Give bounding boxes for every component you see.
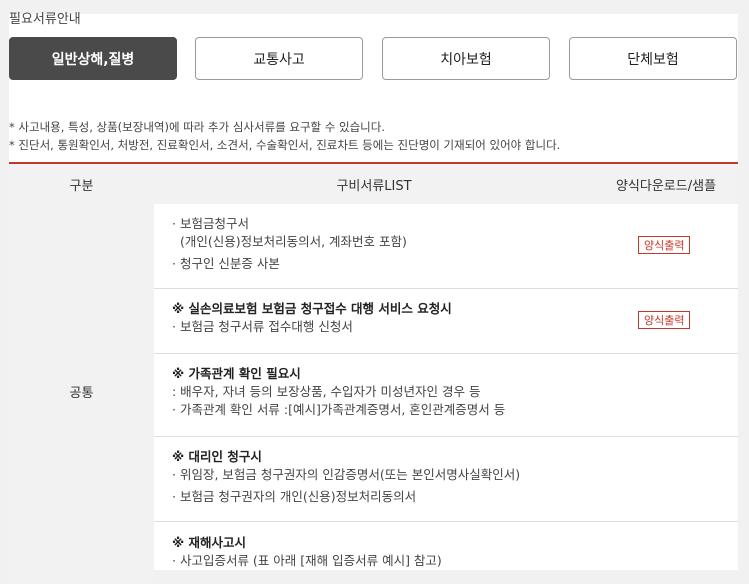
tab-group-insurance[interactable]: 단체보험 [569, 37, 737, 80]
table-row: ※ 재해사고시 · 사고입증서류 (표 아래 [재해 입증서류 예시] 참고) [154, 522, 738, 584]
document-item: · 보험금청구서 [172, 216, 249, 231]
tab-general-injury-disease[interactable]: 일반상해,질병 [9, 37, 177, 80]
form-print-button[interactable]: 양식출력 [638, 236, 691, 254]
category-label: 공통 [69, 386, 94, 401]
table-header: 구분 구비서류LIST 양식다운로드/샘플 [9, 164, 738, 204]
tab-bar: 일반상해,질병 교통사고 치아보험 단체보험 [9, 37, 738, 82]
page-title: 필요서류안내 [9, 12, 81, 27]
category-column: 공통 [9, 204, 154, 584]
table-row: ※ 가족관계 확인 필요시 : 배우자, 자녀 등의 보장상품, 수입자가 미성… [154, 354, 738, 437]
table-row: ※ 대리인 청구시 · 위임장, 보험금 청구권자의 인감증명서(또는 본인서명… [154, 437, 738, 522]
section-title: ※ 실손의료보험 보험금 청구접수 대행 서비스 요청시 [172, 301, 452, 316]
document-item: · 위임장, 보험금 청구권자의 인감증명서(또는 본인서명사실확인서) [172, 467, 521, 482]
note-line: * 사고내용, 특성, 상품(보장내역)에 따라 추가 심사서류를 요구할 수 … [9, 120, 385, 134]
note-line: * 진단서, 통원확인서, 처방전, 진료확인서, 소견서, 수술확인서, 진료… [9, 138, 561, 152]
tab-traffic-accident[interactable]: 교통사고 [195, 37, 363, 80]
tab-dental-insurance[interactable]: 치아보험 [382, 37, 550, 80]
document-item: · 보험금 청구권자의 개인(신용)정보처리동의서 [172, 489, 417, 504]
header-category: 구분 [69, 178, 94, 194]
table-row: ※ 실손의료보험 보험금 청구접수 대행 서비스 요청시 · 보험금 청구서류 … [154, 289, 738, 354]
document-item: : 배우자, 자녀 등의 보장상품, 수입자가 미성년자인 경우 등 [172, 384, 481, 399]
document-item: (개인(신용)정보처리동의서, 계좌번호 포함) [172, 234, 407, 249]
table-row: · 보험금청구서 (개인(신용)정보처리동의서, 계좌번호 포함) · 청구인 … [154, 204, 738, 289]
section-title: ※ 재해사고시 [172, 535, 247, 550]
document-item: · 사고입증서류 (표 아래 [재해 입증서류 예시] 참고) [172, 553, 442, 568]
header-document-list: 구비서류LIST [336, 178, 412, 194]
document-item: · 청구인 신분증 사본 [172, 256, 280, 271]
section-title: ※ 대리인 청구시 [172, 449, 262, 464]
header-form-download: 양식다운로드/샘플 [615, 178, 717, 194]
section-title: ※ 가족관계 확인 필요시 [172, 366, 301, 381]
form-print-button[interactable]: 양식출력 [638, 311, 691, 329]
document-item: · 보험금 청구서류 접수대행 신청서 [172, 319, 353, 334]
notes: * 사고내용, 특성, 상품(보장내역)에 따라 추가 심사서류를 요구할 수 … [9, 118, 560, 154]
document-item: · 가족관계 확인 서류 :[예시]가족관계증명서, 혼인관계증명서 등 [172, 402, 506, 417]
